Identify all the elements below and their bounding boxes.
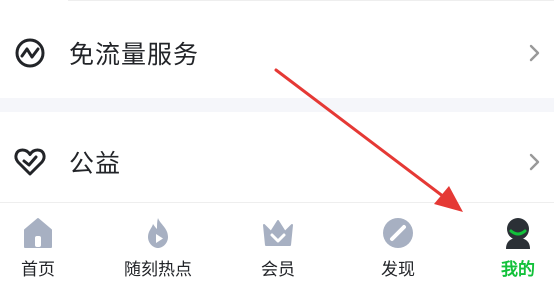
home-icon (20, 215, 56, 251)
avatar-icon (500, 215, 536, 251)
tab-discover[interactable]: 发现 (343, 215, 453, 285)
tab-label: 发现 (381, 260, 415, 280)
menu-item-label: 免流量服务 (69, 40, 200, 69)
charity-heart-icon (12, 144, 48, 180)
row-divider (68, 0, 554, 1)
section-separator (0, 98, 554, 112)
compass-icon (380, 215, 416, 251)
tab-label: 随刻热点 (124, 260, 192, 280)
tab-mine[interactable]: 我的 (463, 215, 554, 285)
tab-home[interactable]: 首页 (0, 215, 93, 285)
tab-hot[interactable]: 随刻热点 (103, 215, 213, 285)
crown-icon (260, 215, 296, 251)
tab-label: 会员 (261, 260, 295, 280)
tab-label-active: 我的 (501, 260, 535, 280)
flow-service-icon (12, 35, 48, 71)
chevron-right-icon (528, 151, 542, 173)
chevron-right-icon (528, 42, 542, 64)
bottom-tab-bar: 首页 随刻热点 会员 发现 我的 (0, 202, 554, 289)
settings-card-top: 免流量服务 (0, 0, 554, 98)
menu-item-flow-service[interactable]: 免流量服务 (0, 18, 554, 88)
tab-label: 首页 (21, 260, 55, 280)
menu-item-label: 公益 (69, 149, 122, 178)
tab-vip[interactable]: 会员 (223, 215, 333, 285)
flame-icon (140, 215, 176, 251)
menu-item-charity[interactable]: 公益 (0, 127, 554, 197)
